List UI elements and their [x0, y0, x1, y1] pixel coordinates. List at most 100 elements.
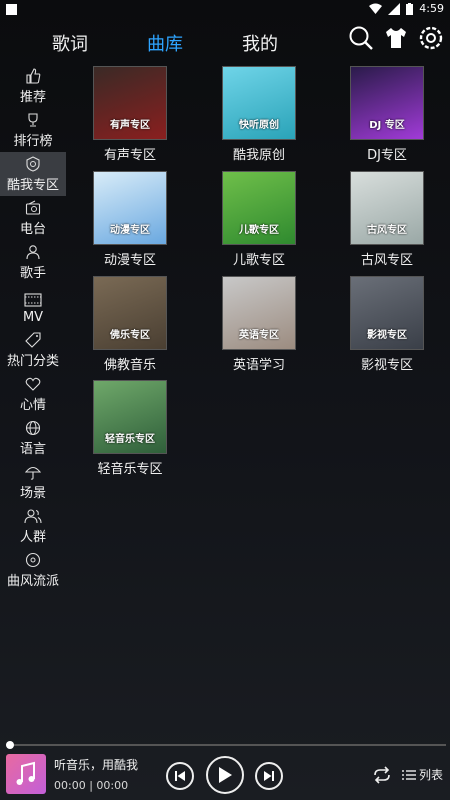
zone-card[interactable]: 动漫专区 动漫专区: [80, 171, 180, 268]
radio-icon: [25, 200, 41, 215]
sidebar-item-label: 心情: [19, 398, 46, 413]
progress-knob[interactable]: [6, 741, 14, 749]
zone-label: 古风专区: [360, 253, 413, 268]
top-nav: 歌词 曲库 我的: [0, 22, 450, 60]
signal-icon: [388, 2, 401, 15]
sidebar-item-label: 酷我专区: [6, 178, 59, 193]
sidebar-item-scene[interactable]: 场景: [0, 460, 66, 504]
song-title: 听音乐，用酷我: [54, 758, 139, 772]
tab-mine[interactable]: 我的: [242, 30, 278, 56]
category-sidebar: 推荐 排行榜 酷我专区 电台 歌手 MV 热门分类 心情 语言 场景 人群 曲风…: [0, 64, 66, 592]
list-icon: [402, 769, 416, 780]
people-icon: [24, 509, 42, 524]
play-icon: [219, 767, 232, 783]
previous-icon: [175, 771, 185, 781]
zone-thumbnail: 英语专区: [222, 276, 296, 350]
playback-progress-bar[interactable]: [6, 741, 446, 749]
sidebar-item-label: 场景: [19, 486, 46, 501]
sidebar-item-label: 曲风流派: [6, 574, 59, 589]
zone-label: 英语学习: [232, 358, 285, 373]
sidebar-item-label: 歌手: [19, 266, 46, 281]
sidebar-item-hot-categories[interactable]: 热门分类: [0, 328, 66, 372]
notification-icon: [6, 4, 17, 15]
clock: 4:59: [419, 2, 444, 15]
zone-card[interactable]: 古风专区 古风专区: [337, 171, 437, 268]
zone-caption: 佛乐专区: [110, 330, 150, 341]
zone-label: 儿歌专区: [232, 253, 285, 268]
sidebar-item-charts[interactable]: 排行榜: [0, 108, 66, 152]
zone-card[interactable]: 轻音乐专区 轻音乐专区: [80, 380, 180, 477]
zone-label: 动漫专区: [103, 253, 156, 268]
play-button[interactable]: [206, 756, 244, 794]
zone-thumbnail: 有声专区: [93, 66, 167, 140]
zone-label: 轻音乐专区: [97, 462, 163, 477]
battery-icon: [406, 2, 414, 15]
person-icon: [26, 245, 40, 260]
zone-card[interactable]: 快听原创 酷我原创: [209, 66, 309, 163]
sidebar-item-mv[interactable]: MV: [0, 284, 66, 328]
thumbs-up-icon: [26, 68, 41, 84]
zone-card[interactable]: 佛乐专区 佛教音乐: [80, 276, 180, 373]
sidebar-item-genres[interactable]: 曲风流派: [0, 548, 66, 592]
previous-button[interactable]: [166, 762, 194, 790]
zone-label: 影视专区: [360, 358, 413, 373]
sidebar-item-mood[interactable]: 心情: [0, 372, 66, 416]
sidebar-item-singers[interactable]: 歌手: [0, 240, 66, 284]
zone-caption: 快听原创: [239, 120, 279, 131]
loop-icon[interactable]: [372, 766, 392, 784]
song-time: 00:00 | 00:00: [54, 779, 129, 792]
zone-thumbnail: 动漫专区: [93, 171, 167, 245]
zone-card[interactable]: 儿歌专区 儿歌专区: [209, 171, 309, 268]
zone-caption: 古风专区: [367, 225, 407, 236]
status-bar: 4:59: [0, 0, 450, 20]
disc-icon: [25, 552, 41, 568]
sidebar-item-label: 语言: [19, 442, 46, 457]
zone-caption: 有声专区: [110, 120, 150, 131]
zone-label: 有声专区: [103, 148, 156, 163]
film-icon: [24, 293, 42, 307]
tab-library[interactable]: 曲库: [147, 30, 183, 56]
zone-caption: 儿歌专区: [239, 225, 279, 236]
playlist-button[interactable]: 列表: [402, 766, 443, 783]
search-icon[interactable]: [348, 25, 374, 51]
sidebar-item-language[interactable]: 语言: [0, 416, 66, 460]
skin-icon[interactable]: [383, 25, 409, 51]
sidebar-item-label: MV: [22, 310, 44, 325]
zone-caption: 轻音乐专区: [105, 434, 155, 445]
zone-thumbnail: 快听原创: [222, 66, 296, 140]
zone-label: DJ专区: [367, 148, 407, 163]
zone-thumbnail: 佛乐专区: [93, 276, 167, 350]
zone-caption: 英语专区: [239, 330, 279, 341]
zone-caption: 影视专区: [367, 330, 407, 341]
tag-icon: [25, 332, 41, 348]
zone-thumbnail: 轻音乐专区: [93, 380, 167, 454]
heart-icon: [25, 377, 41, 391]
sidebar-item-label: 热门分类: [6, 354, 59, 369]
sidebar-item-kuwo-zone[interactable]: 酷我专区: [0, 152, 66, 196]
zone-thumbnail: 古风专区: [350, 171, 424, 245]
next-button[interactable]: [255, 762, 283, 790]
wifi-icon: [369, 3, 383, 14]
zone-thumbnail: 儿歌专区: [222, 171, 296, 245]
sidebar-item-people[interactable]: 人群: [0, 504, 66, 548]
zone-caption: 动漫专区: [110, 225, 150, 236]
settings-icon[interactable]: [418, 25, 444, 51]
zone-thumbnail: 影视专区: [350, 276, 424, 350]
globe-icon: [25, 420, 41, 436]
next-icon: [264, 771, 274, 781]
album-art[interactable]: [6, 754, 46, 794]
sidebar-item-label: 排行榜: [13, 134, 53, 149]
playlist-label: 列表: [419, 768, 444, 782]
zone-label: 佛教音乐: [103, 358, 156, 373]
zone-card[interactable]: 英语专区 英语学习: [209, 276, 309, 373]
sidebar-item-label: 人群: [19, 530, 46, 545]
sidebar-item-radio[interactable]: 电台: [0, 196, 66, 240]
sidebar-item-recommend[interactable]: 推荐: [0, 64, 66, 108]
zone-label: 酷我原创: [232, 148, 285, 163]
tab-lyrics[interactable]: 歌词: [52, 30, 88, 56]
zone-card[interactable]: DJ 专区 DJ专区: [337, 66, 437, 163]
mini-player: 听音乐，用酷我 00:00 | 00:00 列表: [0, 750, 450, 800]
zone-card[interactable]: 影视专区 影视专区: [337, 276, 437, 373]
zone-card[interactable]: 有声专区 有声专区: [80, 66, 180, 163]
sidebar-item-label: 推荐: [19, 90, 46, 105]
